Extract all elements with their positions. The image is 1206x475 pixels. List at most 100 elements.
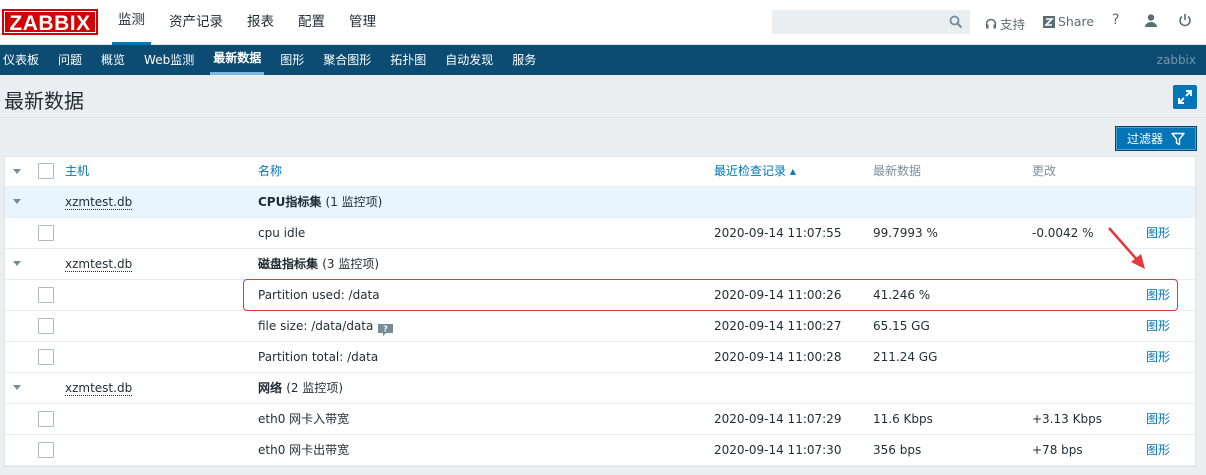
sub-menu-item[interactable]: 最新数据 xyxy=(210,45,265,75)
table-row: eth0 网卡出带宽 2020-09-14 11:07:30 356 bps +78 … xyxy=(5,435,1195,466)
row-checkbox[interactable] xyxy=(38,349,54,365)
row-checkbox[interactable] xyxy=(38,411,54,427)
support-label: 支持 xyxy=(1000,17,1026,32)
page-header: 最新数据 xyxy=(0,75,1206,119)
header-name[interactable]: 名称 xyxy=(258,157,282,185)
group-name: 磁盘指标集 (3 监控项) xyxy=(258,249,379,279)
item-name-cell: Partition total: /data xyxy=(258,342,378,372)
last-check-time: 2020-09-14 11:00:27 xyxy=(714,319,842,333)
group-toggle[interactable] xyxy=(13,385,21,390)
sub-menu-item[interactable]: 拓扑图 xyxy=(387,45,429,75)
help-label: ? xyxy=(1112,12,1120,28)
sub-menu: 仪表板 问题 概览 Web监测 最新数据 图形 聚合图形 拓扑图 自动发现 服务 zabbix xyxy=(0,45,1206,75)
group-toggle[interactable] xyxy=(13,261,21,266)
group-toggle[interactable] xyxy=(13,199,21,204)
help-link[interactable]: ? xyxy=(1112,12,1119,28)
group-name: CPU指标集 (1 监控项) xyxy=(258,187,382,217)
last-value: 41.246 % xyxy=(873,288,931,302)
server-name: zabbix xyxy=(1156,53,1196,67)
filter-button[interactable]: 过滤器 xyxy=(1115,126,1197,151)
table-row: cpu idle 2020-09-14 11:07:55 99.7993 % -0.0… xyxy=(5,218,1195,249)
graph-link[interactable]: 图形 xyxy=(1146,435,1170,465)
top-menu-item[interactable]: 资产记录 xyxy=(163,0,229,45)
search-box xyxy=(772,10,970,34)
sub-menu-item[interactable]: 问题 xyxy=(55,45,85,75)
sub-menu-item[interactable]: 自动发现 xyxy=(442,45,496,75)
table-row: file size: /data/data? 2020-09-14 11:00:2… xyxy=(5,311,1195,342)
search-input[interactable] xyxy=(773,11,948,33)
logout-link[interactable] xyxy=(1178,13,1192,27)
select-all-checkbox[interactable] xyxy=(38,163,54,179)
host-link[interactable]: xzmtest.db xyxy=(65,381,133,396)
row-checkbox[interactable] xyxy=(38,442,54,458)
sub-menu-item[interactable]: 聚合图形 xyxy=(320,45,374,75)
share-z-icon xyxy=(1043,15,1055,28)
group-count: (1 监控项) xyxy=(325,195,383,209)
share-link[interactable]: Share xyxy=(1043,14,1094,29)
sub-menu-items: 仪表板 问题 概览 Web监测 最新数据 图形 聚合图形 拓扑图 自动发现 服务 xyxy=(0,45,552,75)
graph-link[interactable]: 图形 xyxy=(1146,311,1170,341)
header-host[interactable]: 主机 xyxy=(65,157,89,185)
group-title: 磁盘指标集 xyxy=(258,257,319,271)
top-header: ZABBIX 监测 资产记录 报表 配置 管理 支持 Share ? xyxy=(0,0,1206,45)
item-name-cell: file size: /data/data? xyxy=(258,311,394,341)
last-check-time: 2020-09-14 11:07:55 xyxy=(714,226,842,240)
profile-link[interactable] xyxy=(1144,13,1158,27)
item-name-cell: Partition used: /data xyxy=(258,280,380,310)
graph-link[interactable]: 图形 xyxy=(1146,342,1170,372)
zabbix-logo[interactable]: ZABBIX xyxy=(2,9,98,35)
divider xyxy=(0,117,1206,118)
info-hint-icon[interactable]: ? xyxy=(377,318,394,336)
last-check-time: 2020-09-14 11:07:30 xyxy=(714,443,842,457)
power-icon xyxy=(1179,14,1191,27)
last-value: 99.7993 % xyxy=(873,226,938,240)
row-checkbox[interactable] xyxy=(38,318,54,334)
graph-link[interactable]: 图形 xyxy=(1146,280,1170,310)
top-menu-item[interactable]: 监测 xyxy=(112,0,151,45)
top-menu-item[interactable]: 配置 xyxy=(292,0,331,45)
last-value: 211.24 GG xyxy=(873,350,938,364)
item-name: file size: /data/data xyxy=(258,319,374,333)
sub-menu-item[interactable]: 概览 xyxy=(98,45,128,75)
support-link[interactable]: 支持 xyxy=(985,14,1025,33)
search-icon[interactable] xyxy=(949,15,963,29)
last-check-time: 2020-09-14 11:07:29 xyxy=(714,412,842,426)
collapse-all-toggle[interactable] xyxy=(13,169,21,174)
sub-menu-item[interactable]: Web监测 xyxy=(141,45,197,75)
top-menu-item[interactable]: 管理 xyxy=(343,0,382,45)
change-value: +78 bps xyxy=(1032,443,1083,457)
share-label: Share xyxy=(1058,14,1095,29)
change-value: +3.13 Kbps xyxy=(1032,412,1102,426)
group-count: (2 监控项) xyxy=(286,381,344,395)
row-checkbox[interactable] xyxy=(38,225,54,241)
host-link[interactable]: xzmtest.db xyxy=(65,195,133,210)
last-check-time: 2020-09-14 11:00:26 xyxy=(714,288,842,302)
item-name-cell: eth0 网卡出带宽 xyxy=(258,435,349,465)
item-name-cell: eth0 网卡入带宽 xyxy=(258,404,349,434)
group-count: (3 监控项) xyxy=(322,257,380,271)
svg-text:?: ? xyxy=(384,324,389,333)
item-name-cell: cpu idle xyxy=(258,218,305,248)
sub-menu-item[interactable]: 图形 xyxy=(277,45,307,75)
funnel-icon xyxy=(1171,132,1185,145)
last-value: 356 bps xyxy=(873,443,922,457)
group-name: 网络 (2 监控项) xyxy=(258,373,343,403)
table-row: Partition total: /data 2020-09-14 11:00:2… xyxy=(5,342,1195,373)
graph-link[interactable]: 图形 xyxy=(1146,218,1170,248)
graph-link[interactable]: 图形 xyxy=(1146,404,1170,434)
host-link[interactable]: xzmtest.db xyxy=(65,257,133,272)
row-checkbox[interactable] xyxy=(38,287,54,303)
filter-label: 过滤器 xyxy=(1126,132,1163,146)
last-check-time: 2020-09-14 11:00:28 xyxy=(714,350,842,364)
item-name: eth0 网卡出带宽 xyxy=(258,443,350,457)
last-value: 11.6 Kbps xyxy=(873,412,933,426)
sub-menu-item[interactable]: 仪表板 xyxy=(0,45,42,75)
page-title: 最新数据 xyxy=(4,89,84,113)
fullscreen-button[interactable] xyxy=(1173,85,1197,109)
table-row: eth0 网卡入带宽 2020-09-14 11:07:29 11.6 Kbps +3… xyxy=(5,404,1195,435)
group-title: 网络 xyxy=(258,381,283,395)
sub-menu-item[interactable]: 服务 xyxy=(509,45,539,75)
top-menu-item[interactable]: 报表 xyxy=(241,0,280,45)
headset-icon xyxy=(985,18,997,28)
header-last-check[interactable]: 最近检查记录 ▴ xyxy=(714,157,796,185)
